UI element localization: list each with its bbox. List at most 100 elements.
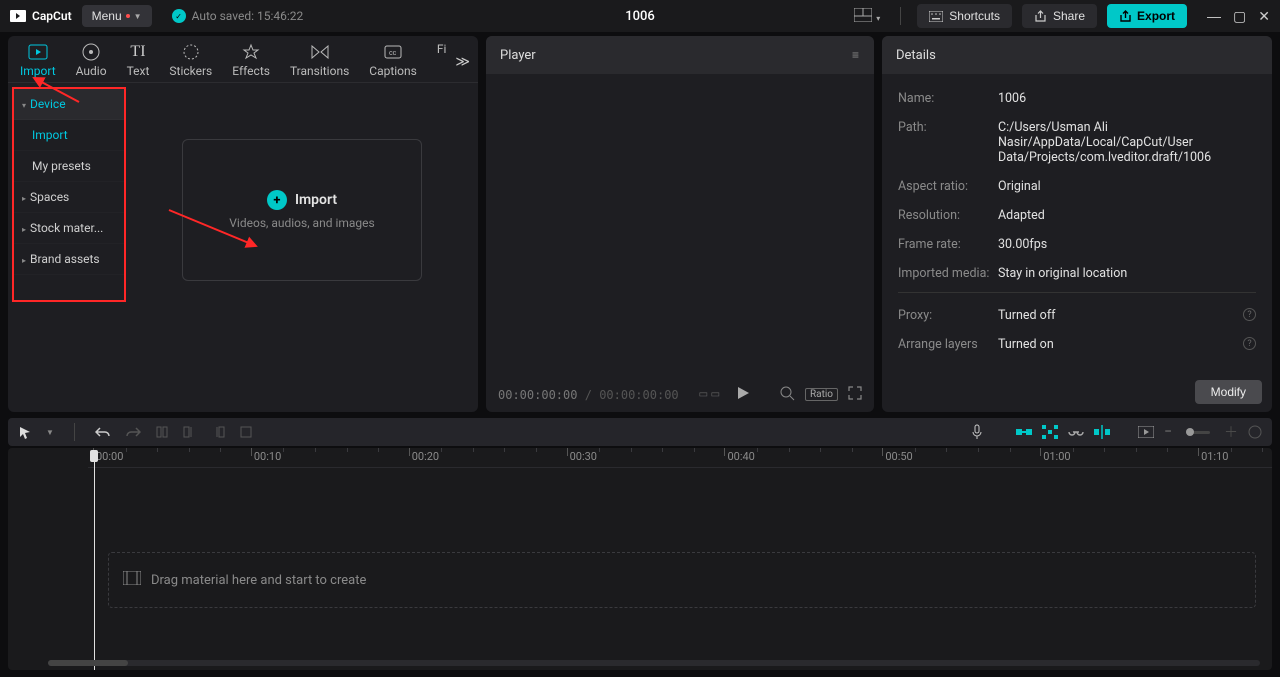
menu-label: Menu	[92, 9, 122, 23]
minimize-button[interactable]: —	[1207, 8, 1221, 25]
timeline-dropzone[interactable]: Drag material here and start to create	[108, 552, 1256, 608]
redo-button[interactable]	[125, 424, 141, 440]
preview-render[interactable]	[1138, 424, 1154, 440]
layout-button[interactable]: ▾	[850, 4, 884, 29]
preview-zoom-icon[interactable]	[779, 385, 795, 404]
divider	[900, 7, 901, 25]
help-icon[interactable]: ?	[1243, 308, 1256, 321]
value-imported: Stay in original location	[998, 266, 1256, 281]
player-panel: Player ≡ 00:00:00:00 / 00:00:00:00 ▭ ▭ R…	[486, 36, 874, 412]
tree-device[interactable]: Device	[14, 89, 124, 120]
value-arrange: Turned on	[998, 337, 1243, 352]
tab-filters[interactable]: Fi	[431, 38, 453, 60]
player-time-current: 00:00:00:00	[498, 388, 577, 402]
value-proxy: Turned off	[998, 308, 1243, 323]
preview-axis[interactable]	[1094, 424, 1110, 440]
value-name: 1006	[998, 91, 1256, 106]
tree-stock-materials[interactable]: Stock mater...	[14, 213, 124, 244]
shortcuts-button[interactable]: Shortcuts	[917, 4, 1012, 28]
shortcuts-label: Shortcuts	[949, 9, 1000, 23]
import-dropzone-title: Import	[295, 192, 337, 208]
label-path: Path:	[898, 120, 998, 165]
magnet-all-tracks[interactable]	[1042, 424, 1058, 440]
titlebar: CapCut Menu ▼ ✓ Auto saved: 15:46:22 100…	[0, 0, 1280, 32]
media-panel: Import Audio TI Text Stickers Effects Tr…	[8, 36, 478, 412]
export-label: Export	[1137, 9, 1175, 23]
label-arrange: Arrange layers	[898, 337, 998, 352]
details-header: Details	[882, 36, 1272, 74]
player-time-total: 00:00:00:00	[599, 388, 678, 402]
tab-import[interactable]: Import	[14, 38, 62, 82]
value-path: C:/Users/Usman Ali Nasir/AppData/Local/C…	[998, 120, 1256, 165]
player-menu-icon[interactable]: ≡	[852, 48, 860, 62]
details-title: Details	[896, 48, 936, 63]
menu-button[interactable]: Menu ▼	[82, 5, 152, 27]
delete-left-button[interactable]	[183, 424, 197, 440]
help-icon[interactable]: ?	[1243, 337, 1256, 350]
label-name: Name:	[898, 91, 998, 106]
magnet-main-track[interactable]	[1016, 424, 1032, 440]
tab-audio[interactable]: Audio	[70, 38, 113, 82]
tab-effects[interactable]: Effects	[226, 38, 276, 82]
crop-button[interactable]	[239, 424, 253, 440]
tree-my-presets[interactable]: My presets	[14, 151, 124, 182]
player-controls: 00:00:00:00 / 00:00:00:00 ▭ ▭ Ratio	[486, 385, 874, 404]
label-aspect: Aspect ratio:	[898, 179, 998, 194]
window-controls: — ▢ ✕	[1207, 8, 1270, 25]
close-button[interactable]: ✕	[1258, 8, 1270, 25]
selection-tool[interactable]	[18, 424, 32, 440]
aspect-ratio-button[interactable]: Ratio	[805, 388, 838, 401]
tab-audio-label: Audio	[76, 64, 107, 78]
share-button[interactable]: Share	[1022, 4, 1097, 28]
player-header: Player ≡	[486, 36, 874, 74]
clip-icon	[123, 571, 141, 589]
import-dropzone[interactable]: + Import Videos, audios, and images	[182, 139, 422, 281]
mic-button[interactable]	[970, 424, 984, 440]
label-proxy: Proxy:	[898, 308, 998, 323]
selection-dropdown[interactable]: ▼	[46, 428, 54, 437]
tab-text[interactable]: TI Text	[121, 38, 156, 82]
keyboard-icon	[929, 11, 943, 22]
tab-stickers[interactable]: Stickers	[163, 38, 218, 82]
playhead[interactable]	[94, 450, 95, 670]
export-button[interactable]: Export	[1107, 4, 1187, 28]
import-tab-icon	[28, 42, 48, 62]
fullscreen-icon[interactable]	[848, 386, 862, 403]
timeline-scrollbar[interactable]	[48, 660, 1260, 666]
timeline-ruler[interactable]: 00:0000:1000:2000:3000:4000:5001:0001:10	[88, 448, 1272, 468]
zoom-slider[interactable]	[1186, 431, 1210, 434]
details-panel: Details Name:1006 Path:C:/Users/Usman Al…	[882, 36, 1272, 412]
maximize-button[interactable]: ▢	[1233, 8, 1246, 25]
play-button[interactable]	[736, 386, 750, 403]
zoom-out[interactable]: −	[1164, 424, 1172, 440]
link-button[interactable]	[1068, 424, 1084, 440]
layout-icon	[854, 8, 872, 22]
tab-captions[interactable]: cc Captions	[363, 38, 423, 82]
app-name: CapCut	[32, 9, 72, 23]
export-icon	[1119, 10, 1132, 23]
tabs-scroll-right[interactable]: ≫	[455, 54, 470, 70]
check-circle-icon: ✓	[172, 9, 186, 23]
delete-right-button[interactable]	[211, 424, 225, 440]
modify-button[interactable]: Modify	[1195, 380, 1262, 404]
tab-transitions[interactable]: Transitions	[284, 38, 355, 82]
chevron-down-icon: ▼	[134, 12, 142, 21]
tab-captions-label: Captions	[369, 64, 417, 78]
zoom-fit[interactable]	[1248, 424, 1262, 440]
menu-update-dot-icon	[126, 14, 130, 18]
tree-spaces[interactable]: Spaces	[14, 182, 124, 213]
zoom-in[interactable]: ＋	[1224, 422, 1238, 442]
effects-tab-icon	[241, 42, 261, 62]
plus-circle-icon: +	[267, 190, 287, 210]
tree-import[interactable]: Import	[14, 120, 124, 151]
player-title: Player	[500, 48, 536, 63]
split-button[interactable]	[155, 424, 169, 440]
label-framerate: Frame rate:	[898, 237, 998, 252]
tree-brand-assets[interactable]: Brand assets	[14, 244, 124, 275]
media-tabs: Import Audio TI Text Stickers Effects Tr…	[8, 36, 478, 83]
undo-button[interactable]	[95, 424, 111, 440]
media-source-tree: Device Import My presets Spaces Stock ma…	[12, 87, 126, 302]
tab-filters-label: Fi	[437, 42, 447, 56]
auto-saved-status: ✓ Auto saved: 15:46:22	[172, 9, 304, 23]
tab-effects-label: Effects	[232, 64, 270, 78]
